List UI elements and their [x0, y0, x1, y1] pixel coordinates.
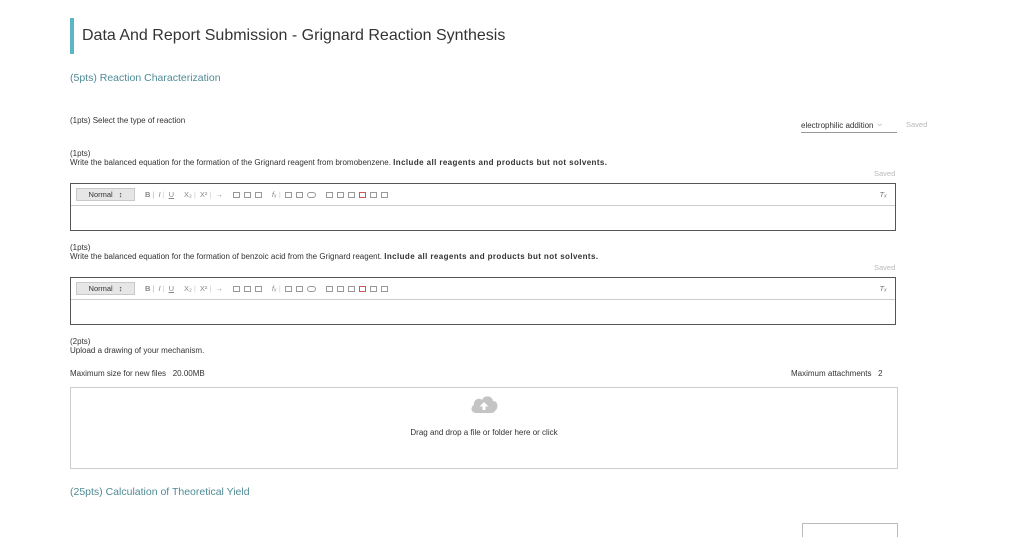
chevron-updown-icon: ↕	[118, 190, 123, 199]
arrow-insert-button[interactable]: →	[215, 284, 223, 294]
editor-2-insert-group: fₓ	[272, 284, 316, 294]
section-title-yield: (25pts) Calculation of Theoretical Yield	[70, 486, 250, 498]
link-icon[interactable]	[306, 191, 316, 198]
question-4-text: Upload a drawing of your mechanism.	[70, 346, 205, 355]
max-file-size-label: Maximum size for new files	[70, 369, 167, 378]
table-delete-icon[interactable]	[358, 191, 366, 198]
table-merge-icon[interactable]	[369, 285, 377, 292]
bullet-list-icon[interactable]	[243, 285, 251, 292]
image-icon[interactable]	[295, 191, 303, 198]
table-split-icon[interactable]	[380, 191, 388, 198]
reaction-type-select[interactable]: electrophilic addition ⌵	[801, 118, 897, 133]
question-2-instruction: Include all reagents and products but no…	[393, 158, 608, 167]
equation-editor-2: Normal ↕ B I U X₂ X² → fₓ	[70, 277, 896, 325]
arrow-insert-button[interactable]: →	[215, 190, 223, 200]
editor-1-list-group	[232, 191, 262, 198]
table-split-icon[interactable]	[380, 285, 388, 292]
question-1-text: Select the type of reaction	[92, 116, 186, 125]
section-title-characterization: (5pts) Reaction Characterization	[70, 72, 221, 84]
superscript-button[interactable]: X²	[200, 284, 211, 294]
editor-1-toolbar: Normal ↕ B I U X₂ X² → fₓ	[71, 184, 895, 206]
editor-1-format-select[interactable]: Normal ↕	[76, 188, 135, 201]
editor-2-format-value: Normal	[88, 284, 113, 293]
align-icon[interactable]	[254, 285, 262, 292]
table-icon[interactable]	[325, 285, 333, 292]
editor-2-content[interactable]	[71, 300, 895, 324]
max-attachments: Maximum attachments 2	[791, 369, 883, 378]
table-column-icon[interactable]	[347, 191, 355, 198]
bold-button[interactable]: B	[145, 190, 155, 200]
clear-format-button[interactable]: Tₓ	[880, 284, 887, 293]
question-1: (1pts) Select the type of reaction	[70, 116, 185, 126]
max-file-size-value: 20.00MB	[172, 369, 205, 378]
ordered-list-icon[interactable]	[232, 285, 240, 292]
bold-button[interactable]: B	[145, 284, 155, 294]
chevron-down-icon: ⌵	[877, 121, 883, 128]
editor-1-table-group	[325, 191, 388, 198]
editor-1-insert-group: fₓ	[272, 190, 316, 200]
table-icon[interactable]	[325, 191, 333, 198]
image-icon[interactable]	[295, 285, 303, 292]
cloud-upload-icon	[471, 396, 498, 413]
file-dropzone[interactable]: Drag and drop a file or folder here or c…	[70, 387, 898, 469]
align-icon[interactable]	[254, 191, 262, 198]
underline-button[interactable]: U	[169, 284, 174, 294]
question-1-points: (1pts)	[70, 116, 91, 125]
question-2-prompt: Write the balanced equation for the form…	[70, 158, 607, 168]
question-2-saved-status: Saved	[874, 169, 896, 178]
reaction-type-selected: electrophilic addition	[801, 120, 874, 130]
title-accent-bar	[70, 18, 74, 54]
question-1-saved-status: Saved	[906, 120, 928, 129]
bullet-list-icon[interactable]	[243, 191, 251, 198]
table-delete-icon[interactable]	[358, 285, 366, 292]
dropzone-text: Drag and drop a file or folder here or c…	[410, 428, 558, 437]
formula-button[interactable]: fₓ	[272, 284, 281, 294]
equation-editor-1: Normal ↕ B I U X₂ X² → fₓ	[70, 183, 896, 231]
question-3-text: Write the balanced equation for the form…	[70, 252, 383, 261]
page-title: Data And Report Submission - Grignard Re…	[82, 27, 506, 44]
clear-format-button[interactable]: Tₓ	[880, 190, 887, 199]
table-row-icon[interactable]	[336, 191, 344, 198]
editor-2-toolbar: Normal ↕ B I U X₂ X² → fₓ	[71, 278, 895, 300]
table-row-icon[interactable]	[336, 285, 344, 292]
editor-1-text-group: B I U	[145, 190, 174, 200]
subscript-button[interactable]: X₂	[184, 284, 196, 294]
editor-2-format-select[interactable]: Normal ↕	[76, 282, 135, 295]
editor-2-list-group	[232, 285, 262, 292]
editor-1-format-value: Normal	[88, 190, 113, 199]
editor-2-table-group	[325, 285, 388, 292]
editor-1-script-group: X₂ X² →	[184, 190, 223, 200]
max-attachments-label: Maximum attachments	[791, 369, 872, 378]
max-file-size: Maximum size for new files 20.00MB	[70, 369, 205, 378]
superscript-button[interactable]: X²	[200, 190, 211, 200]
table-merge-icon[interactable]	[369, 191, 377, 198]
chevron-updown-icon: ↕	[118, 284, 123, 293]
ordered-list-icon[interactable]	[232, 191, 240, 198]
link-icon[interactable]	[306, 285, 316, 292]
italic-button[interactable]: I	[159, 284, 165, 294]
max-attachments-value: 2	[878, 369, 883, 378]
underline-button[interactable]: U	[169, 190, 174, 200]
formula-button[interactable]: fₓ	[272, 190, 281, 200]
question-3-prompt: Write the balanced equation for the form…	[70, 252, 598, 262]
question-2-text: Write the balanced equation for the form…	[70, 158, 391, 167]
editor-2-text-group: B I U	[145, 284, 174, 294]
question-3-saved-status: Saved	[874, 263, 896, 272]
subscript-button[interactable]: X₂	[184, 190, 196, 200]
question-3-instruction: Include all reagents and products but no…	[384, 252, 599, 261]
editor-1-content[interactable]	[71, 206, 895, 230]
next-answer-field[interactable]	[802, 523, 898, 537]
italic-button[interactable]: I	[159, 190, 165, 200]
special-char-icon[interactable]	[284, 191, 292, 198]
special-char-icon[interactable]	[284, 285, 292, 292]
editor-2-script-group: X₂ X² →	[184, 284, 223, 294]
table-column-icon[interactable]	[347, 285, 355, 292]
